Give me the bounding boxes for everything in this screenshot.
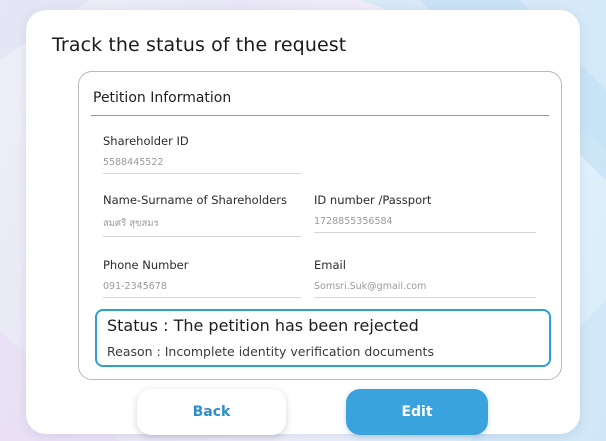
- field-label: Name-Surname of Shareholders: [103, 193, 287, 207]
- field-value: 1728855356584: [314, 216, 536, 233]
- field-id-passport: ID number /Passport 1728855356584: [314, 193, 536, 233]
- edit-button[interactable]: Edit: [346, 389, 488, 435]
- field-label: Shareholder ID: [103, 134, 189, 148]
- reason-text: Incomplete identity verification documen…: [164, 344, 434, 359]
- field-value: สมศรี สุขสมร: [103, 216, 301, 237]
- field-name-surname: Name-Surname of Shareholders สมศรี สุขสม…: [103, 193, 301, 237]
- reason-line: Reason : Incomplete identity verificatio…: [107, 344, 434, 359]
- status-line: Status : The petition has been rejected: [107, 316, 419, 335]
- status-box: Status : The petition has been rejected …: [95, 309, 551, 367]
- page-title: Track the status of the request: [52, 34, 347, 56]
- field-shareholder-id: Shareholder ID 5588445522: [103, 134, 301, 174]
- field-phone-number: Phone Number 091-2345678: [103, 258, 301, 298]
- status-card: Track the status of the request Petition…: [26, 10, 580, 435]
- reason-label: Reason :: [107, 344, 161, 359]
- panel-title: Petition Information: [93, 90, 232, 106]
- petition-information-panel: Petition Information Shareholder ID 5588…: [78, 71, 562, 380]
- field-label: Email: [314, 258, 346, 272]
- field-value: 091-2345678: [103, 281, 301, 298]
- field-label: Phone Number: [103, 258, 189, 272]
- status-label: Status :: [107, 316, 169, 335]
- back-button[interactable]: Back: [137, 389, 286, 435]
- status-text: The petition has been rejected: [173, 316, 419, 335]
- field-value: 5588445522: [103, 157, 301, 174]
- field-email: Email Somsri.Suk@gmail.com: [314, 258, 536, 298]
- field-label: ID number /Passport: [314, 193, 432, 207]
- panel-divider: [91, 115, 549, 116]
- field-value: Somsri.Suk@gmail.com: [314, 281, 536, 298]
